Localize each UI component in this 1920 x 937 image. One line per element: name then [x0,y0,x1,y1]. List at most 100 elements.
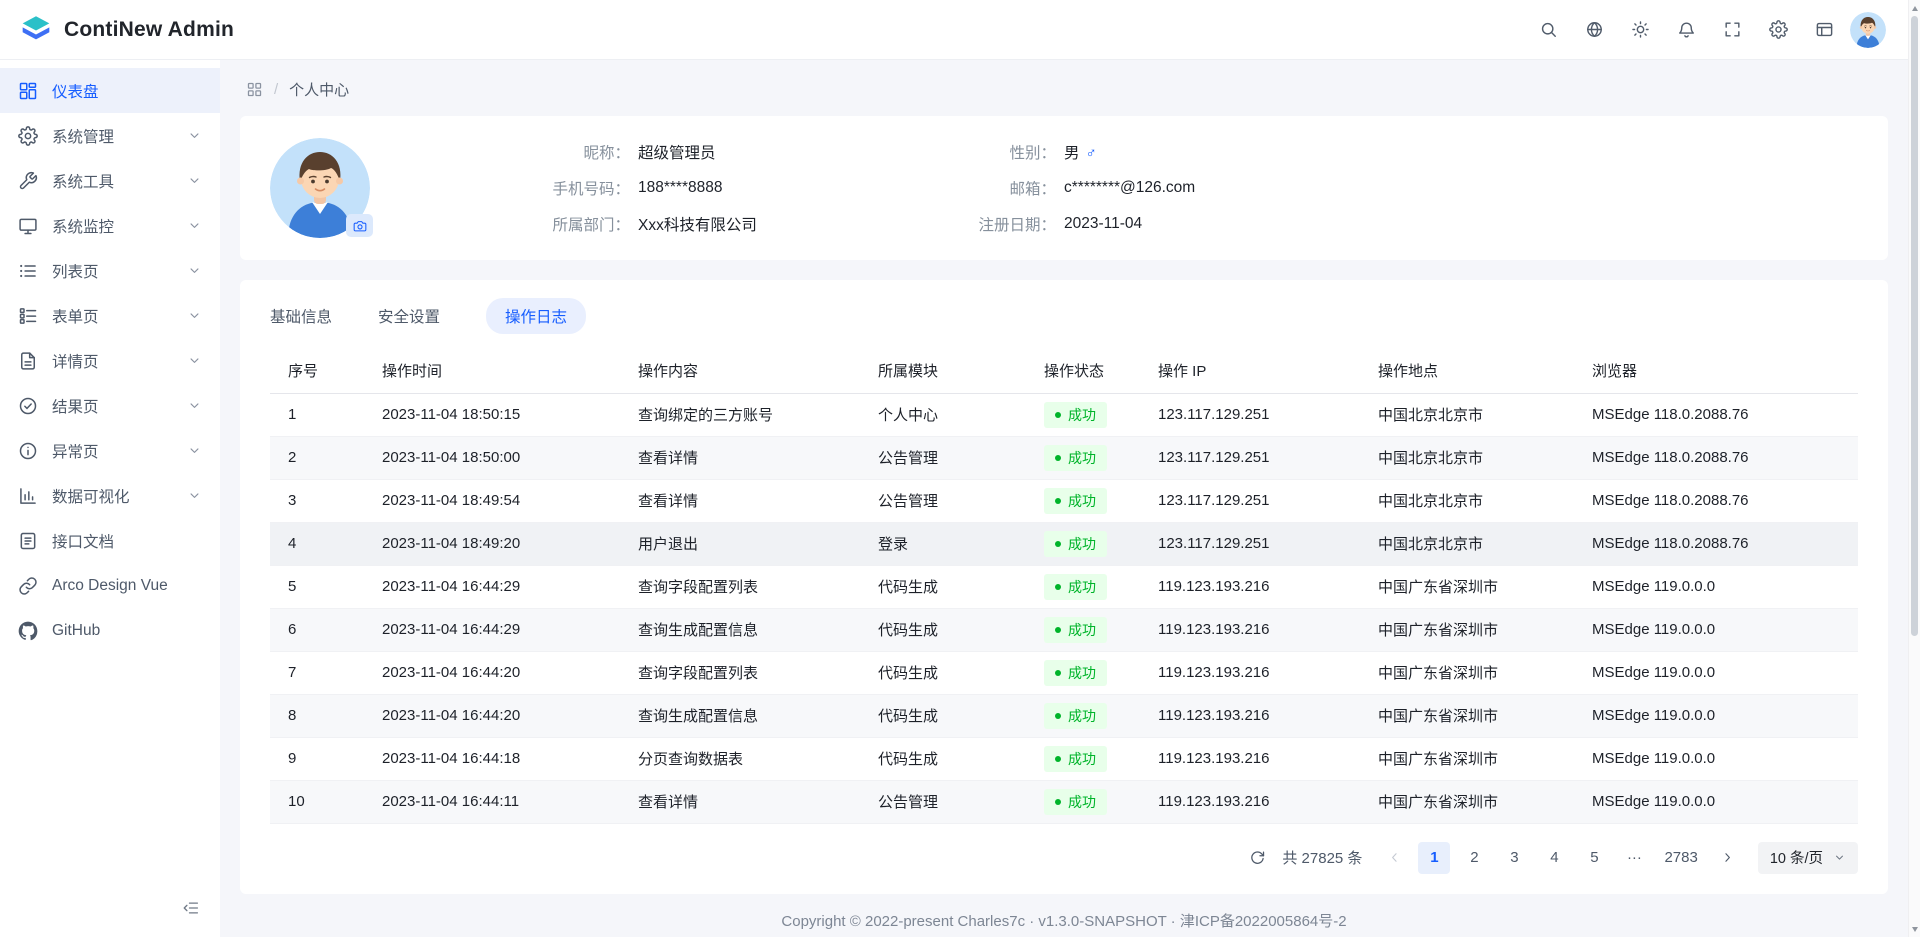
table-cell: 公告管理 [874,780,1040,823]
table-cell: 3 [270,479,378,522]
page-button-2[interactable]: 2 [1458,842,1490,874]
sidebar-item-label: 接口文档 [52,530,114,552]
table-cell: 6 [270,608,378,651]
table-cell: 123.117.129.251 [1154,393,1374,436]
profile-avatar[interactable] [270,138,370,238]
sidebar-item-api-docs[interactable]: 接口文档 [0,518,220,563]
previous-page-button[interactable] [1378,842,1410,874]
pagination-total: 共 27825 条 [1282,847,1362,868]
scroll-up-arrow[interactable] [1909,1,1920,15]
sidebar-item-detail-pages[interactable]: 详情页 [0,338,220,383]
table-cell: 2023-11-04 18:50:15 [378,393,634,436]
layout-button[interactable] [1806,12,1842,48]
sidebar-item-system-management[interactable]: 系统管理 [0,113,220,158]
sidebar-item-system-monitor[interactable]: 系统监控 [0,203,220,248]
sidebar-item-dashboard[interactable]: 仪表盘 [0,68,220,113]
status-dot-icon [1055,627,1061,633]
table-cell: 查询生成配置信息 [634,694,874,737]
table-cell: 119.123.193.216 [1154,565,1374,608]
profile-field-value: c********@126.com [1064,179,1195,197]
sidebar-item-system-tools[interactable]: 系统工具 [0,158,220,203]
profile-field-value: 2023-11-04 [1064,215,1195,233]
file-icon [18,351,38,371]
table-cell: 8 [270,694,378,737]
table-cell: 5 [270,565,378,608]
user-avatar-image [1850,12,1886,48]
tab-basic-info[interactable]: 基础信息 [270,298,332,334]
change-avatar-button[interactable] [346,214,373,237]
tab-operation-log[interactable]: 操作日志 [486,298,586,334]
sidebar-item-arco-design-vue[interactable]: Arco Design Vue [0,563,220,608]
fullscreen-button[interactable] [1714,12,1750,48]
sidebar-item-label: GitHub [52,622,100,640]
chevron-down-icon [187,353,202,368]
table-cell: 中国北京北京市 [1374,436,1588,479]
table-cell: 4 [270,522,378,565]
sun-icon [1631,20,1650,39]
status-badge: 成功 [1044,531,1107,557]
table-cell: MSEdge 119.0.0.0 [1588,780,1858,823]
page-button-5[interactable]: 5 [1578,842,1610,874]
sidebar-item-data-visualization[interactable]: 数据可视化 [0,473,220,518]
page-button-1[interactable]: 1 [1418,842,1450,874]
sidebar-item-label: 系统工具 [52,170,114,192]
table-row: 92023-11-04 16:44:18分页查询数据表代码生成成功119.123… [270,737,1858,780]
user-avatar[interactable] [1850,12,1886,48]
api-doc-icon [18,531,38,551]
pagination-ellipsis[interactable]: ··· [1618,842,1650,874]
theme-button[interactable] [1622,12,1658,48]
apps-icon[interactable] [246,81,263,98]
search-button[interactable] [1530,12,1566,48]
table-cell: MSEdge 118.0.2088.76 [1588,393,1858,436]
sidebar-item-list-pages[interactable]: 列表页 [0,248,220,293]
table-cell: 中国北京北京市 [1374,393,1588,436]
column-header: 操作 IP [1154,348,1374,393]
chevron-down-icon [187,263,202,278]
table-cell: 成功 [1040,522,1154,565]
table-cell: 代码生成 [874,565,1040,608]
table-body: 12023-11-04 18:50:15查询绑定的三方账号个人中心成功123.1… [270,393,1858,823]
profile-field-label: 注册日期： [906,213,1056,235]
gear-icon [18,126,38,146]
table-cell: 119.123.193.216 [1154,780,1374,823]
table-cell: 2023-11-04 16:44:20 [378,694,634,737]
refresh-button[interactable] [1242,843,1272,873]
table-cell: 成功 [1040,436,1154,479]
page-button-3[interactable]: 3 [1498,842,1530,874]
table-cell: 中国广东省深圳市 [1374,737,1588,780]
language-button[interactable] [1576,12,1612,48]
brand[interactable]: ContiNew Admin [20,14,234,46]
status-dot-icon [1055,412,1061,418]
sidebar-item-result-pages[interactable]: 结果页 [0,383,220,428]
operation-log-card: 基础信息安全设置操作日志 序号操作时间操作内容所属模块操作状态操作 IP操作地点… [240,280,1888,894]
sidebar-item-exception-pages[interactable]: 异常页 [0,428,220,473]
chevron-down-icon [187,398,202,413]
sidebar-item-github[interactable]: GitHub [0,608,220,653]
settings-button[interactable] [1760,12,1796,48]
page-size-value: 10 条/页 [1770,847,1823,868]
tab-security-settings[interactable]: 安全设置 [378,298,440,334]
collapse-sidebar-button[interactable] [178,895,204,921]
sidebar-item-form-pages[interactable]: 表单页 [0,293,220,338]
table-cell: 2023-11-04 16:44:29 [378,565,634,608]
table-cell: MSEdge 118.0.2088.76 [1588,522,1858,565]
scroll-down-arrow[interactable] [1909,922,1920,936]
profile-card: 昵称：超级管理员性别：男♂手机号码：188****8888邮箱：c*******… [240,116,1888,260]
table-cell: 2023-11-04 16:44:29 [378,608,634,651]
status-dot-icon [1055,670,1061,676]
notifications-button[interactable] [1668,12,1704,48]
table-cell: MSEdge 118.0.2088.76 [1588,479,1858,522]
status-dot-icon [1055,498,1061,504]
breadcrumb-current: 个人中心 [289,79,349,100]
profile-field-value: 男♂ [1064,141,1195,163]
next-page-button[interactable] [1712,842,1744,874]
sidebar-item-label: 异常页 [52,440,99,462]
page-button-2783[interactable]: 2783 [1658,842,1703,874]
refresh-icon [1249,849,1266,866]
table-cell: 中国北京北京市 [1374,522,1588,565]
page-size-select[interactable]: 10 条/页 [1758,842,1858,874]
page-button-4[interactable]: 4 [1538,842,1570,874]
scrollbar-thumb[interactable] [1911,16,1918,636]
main-content: / 个人中心 昵称：超级管理员性别：男♂手机号码：188****8888邮箱：c… [220,60,1908,937]
status-dot-icon [1055,713,1061,719]
